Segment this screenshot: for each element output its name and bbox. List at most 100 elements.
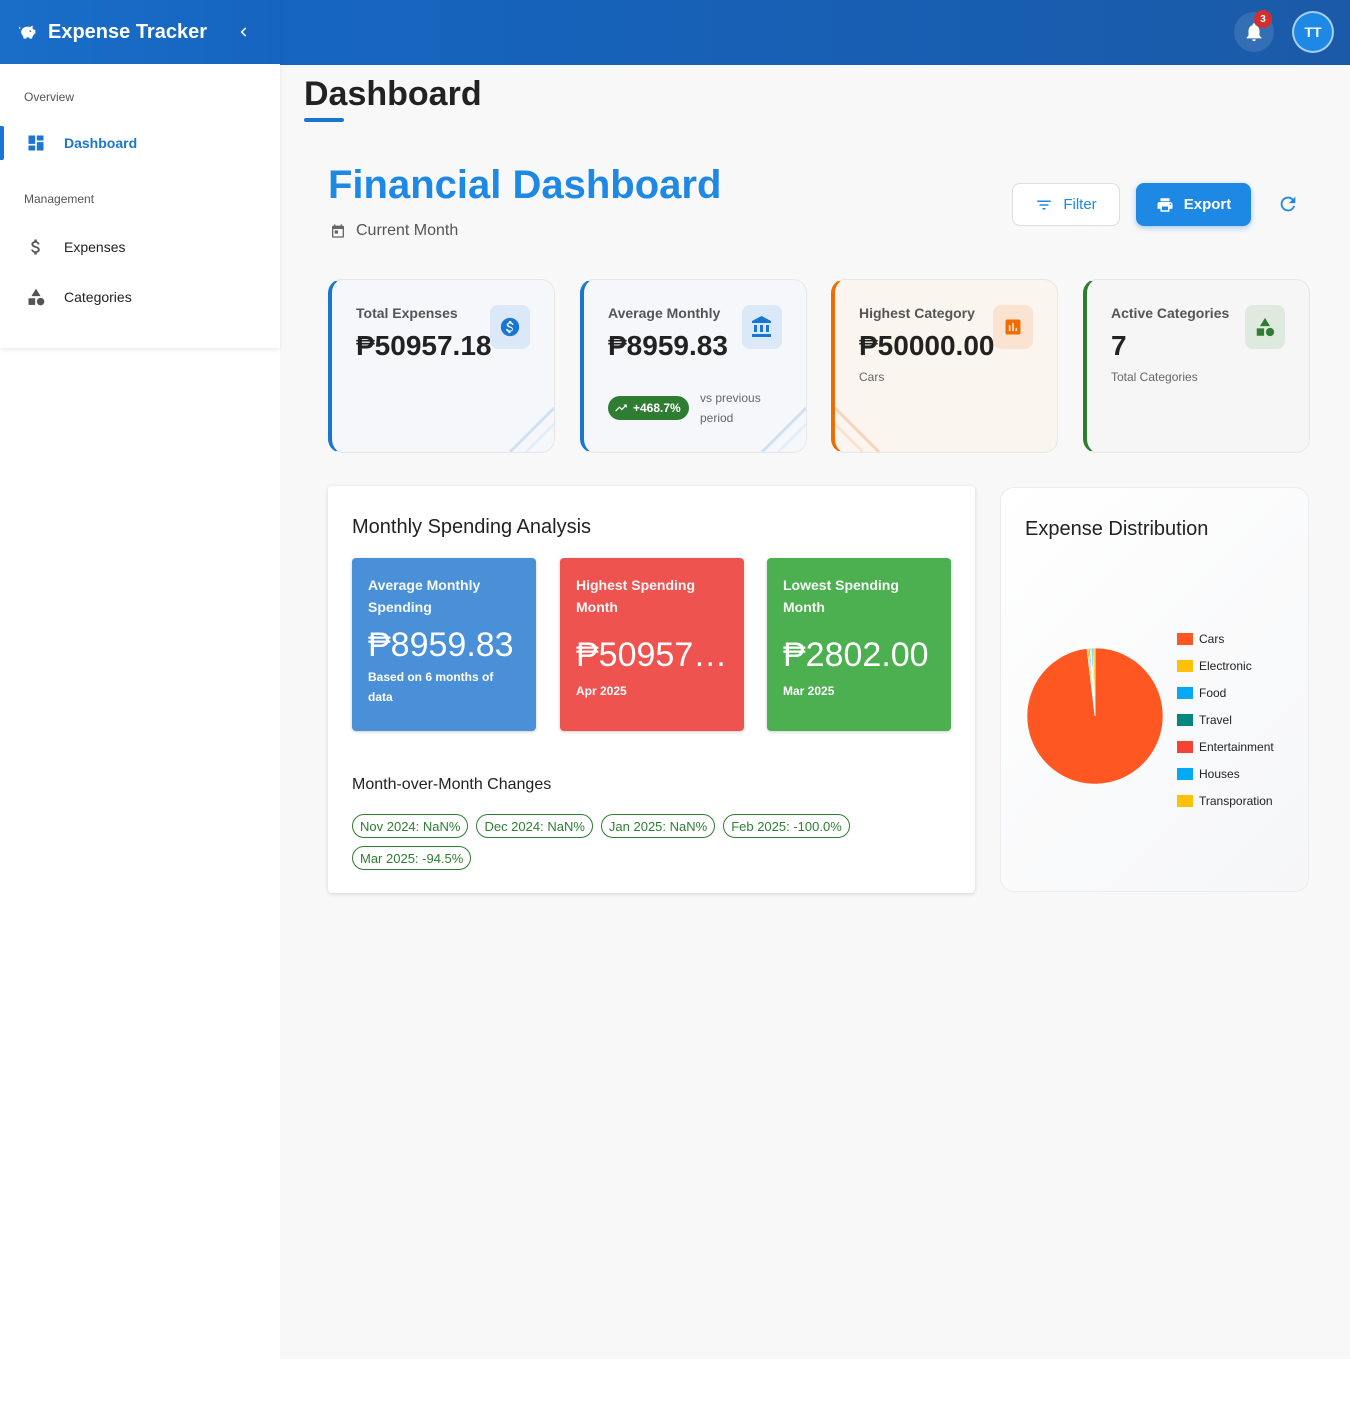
trend-value: +468.7%: [633, 401, 681, 415]
sidebar-header: Expense Tracker: [0, 0, 280, 64]
legend-swatch: [1177, 659, 1193, 672]
print-icon: [1156, 196, 1174, 214]
legend-label: Houses: [1199, 766, 1240, 781]
period-label: Current Month: [356, 222, 459, 239]
bar-chart-icon: [993, 305, 1033, 349]
legend-swatch: [1177, 686, 1193, 699]
filter-label: Filter: [1063, 196, 1097, 213]
highest-spending-month-card: Highest Spending Month ₱50957.18 Apr 202…: [560, 558, 744, 731]
stat-card-total-expenses: Total Expenses ₱50957.18: [328, 279, 555, 453]
page-title-underline: [304, 118, 344, 122]
legend-swatch: [1177, 740, 1193, 753]
card-sub: Apr 2025: [576, 684, 627, 698]
monthly-spending-panel: Monthly Spending Analysis Average Monthl…: [328, 486, 975, 893]
notifications-button[interactable]: 3: [1234, 10, 1274, 52]
average-monthly-spending-card: Average Monthly Spending ₱8959.83 Based …: [352, 558, 536, 731]
legend-item-transporation[interactable]: Transporation: [1177, 787, 1274, 814]
card-value: ₱2802.00: [783, 636, 929, 674]
shapes-icon: [26, 287, 46, 307]
legend-label: Travel: [1199, 712, 1232, 727]
dollar-icon: [26, 237, 46, 257]
shapes-icon: [1245, 305, 1285, 349]
legend-swatch: [1177, 632, 1193, 645]
dollar-circle-icon: [490, 305, 530, 349]
main-content: Dashboard Financial Dashboard Current Mo…: [280, 65, 1350, 1359]
stat-card-active-categories: Active Categories 7 Total Categories: [1083, 279, 1310, 453]
sidebar-item-label: Categories: [64, 289, 132, 305]
stat-value: 7: [1111, 330, 1127, 361]
legend-label: Entertainment: [1199, 739, 1274, 754]
card-label: Highest Spending Month: [576, 577, 695, 615]
legend-label: Cars: [1199, 631, 1225, 646]
pie-chart: [1026, 647, 1164, 785]
top-app-bar: 3 TT: [280, 0, 1350, 65]
sidebar: Expense Tracker Overview Dashboard Manag…: [0, 0, 280, 348]
piggy-bank-icon: [16, 21, 38, 43]
mom-chip: Feb 2025: -100.0%: [723, 814, 850, 838]
card-decoration: [508, 406, 554, 452]
sidebar-item-categories[interactable]: Categories: [0, 274, 280, 320]
avatar[interactable]: TT: [1292, 11, 1334, 53]
card-label: Average Monthly Spending: [368, 577, 481, 615]
notification-badge: 3: [1254, 10, 1272, 28]
stat-value: ₱8959.83: [608, 330, 728, 361]
mom-chip: Mar 2025: -94.5%: [352, 846, 472, 870]
sidebar-item-label: Expenses: [64, 239, 126, 255]
refresh-button[interactable]: [1276, 192, 1300, 216]
filter-button[interactable]: Filter: [1012, 183, 1120, 226]
legend-item-travel[interactable]: Travel: [1177, 706, 1274, 733]
mom-chip: Jan 2025: NaN%: [600, 814, 716, 838]
trend-badge: +468.7%: [608, 396, 689, 420]
legend-swatch: [1177, 794, 1193, 807]
mom-chip: Nov 2024: NaN%: [352, 814, 469, 838]
chevron-left-icon: [240, 27, 247, 37]
chart-legend: Cars Electronic Food Travel Entertainment Hou…: [1177, 625, 1274, 814]
panel-title: Expense Distribution: [1025, 518, 1209, 540]
legend-swatch: [1177, 767, 1193, 780]
dashboard-icon: [26, 133, 46, 153]
card-decoration: [760, 406, 806, 452]
stat-sub: Total Categories: [1111, 370, 1198, 384]
stat-sub: Cars: [859, 370, 885, 384]
sidebar-item-expenses[interactable]: Expenses: [0, 224, 280, 270]
dashboard-title: Financial Dashboard: [328, 163, 722, 207]
card-value: ₱50957.18: [576, 636, 728, 674]
stat-label: Total Expenses: [356, 305, 458, 321]
export-button[interactable]: Export: [1136, 183, 1251, 226]
stat-card-highest-category: Highest Category ₱50000.00 Cars: [831, 279, 1058, 453]
card-sub: Mar 2025: [783, 684, 835, 698]
sidebar-item-dashboard[interactable]: Dashboard: [0, 120, 280, 166]
stat-label: Highest Category: [859, 305, 975, 321]
refresh-icon: [1280, 196, 1296, 212]
period-indicator: Current Month: [330, 222, 458, 240]
trending-up-icon: [614, 401, 628, 415]
legend-label: Transporation: [1199, 793, 1273, 808]
stat-card-average-monthly: Average Monthly ₱8959.83 +468.7% vs prev…: [580, 279, 807, 453]
bank-icon: [742, 305, 782, 349]
expense-distribution-panel: Expense Distribution Cars Electronic Food T…: [1000, 487, 1309, 892]
calendar-icon: [330, 223, 346, 239]
stat-value: ₱50957.18: [356, 330, 492, 361]
legend-label: Food: [1199, 685, 1227, 700]
card-sub: Based on 6 months of data: [368, 670, 494, 704]
panel-title: Monthly Spending Analysis: [352, 516, 592, 538]
legend-item-entertainment[interactable]: Entertainment: [1177, 733, 1274, 760]
legend-item-electronic[interactable]: Electronic: [1177, 652, 1274, 679]
card-value: ₱8959.83: [368, 626, 514, 664]
card-label: Lowest Spending Month: [783, 577, 899, 615]
sidebar-section-management: Management: [24, 192, 95, 206]
sidebar-section-overview: Overview: [24, 90, 75, 104]
collapse-sidebar-button[interactable]: [232, 20, 256, 44]
stat-value: ₱50000.00: [859, 330, 995, 361]
stat-label: Average Monthly: [608, 305, 721, 321]
legend-swatch: [1177, 713, 1193, 726]
lowest-spending-month-card: Lowest Spending Month ₱2802.00 Mar 2025: [767, 558, 951, 731]
sidebar-item-label: Dashboard: [64, 135, 138, 151]
mom-title: Month-over-Month Changes: [352, 776, 552, 793]
legend-item-food[interactable]: Food: [1177, 679, 1274, 706]
app-title: Expense Tracker: [48, 20, 207, 43]
legend-item-cars[interactable]: Cars: [1177, 625, 1274, 652]
legend-item-houses[interactable]: Houses: [1177, 760, 1274, 787]
filter-icon: [1035, 196, 1053, 214]
mom-chips: Nov 2024: NaN% Dec 2024: NaN% Jan 2025: …: [352, 814, 952, 870]
